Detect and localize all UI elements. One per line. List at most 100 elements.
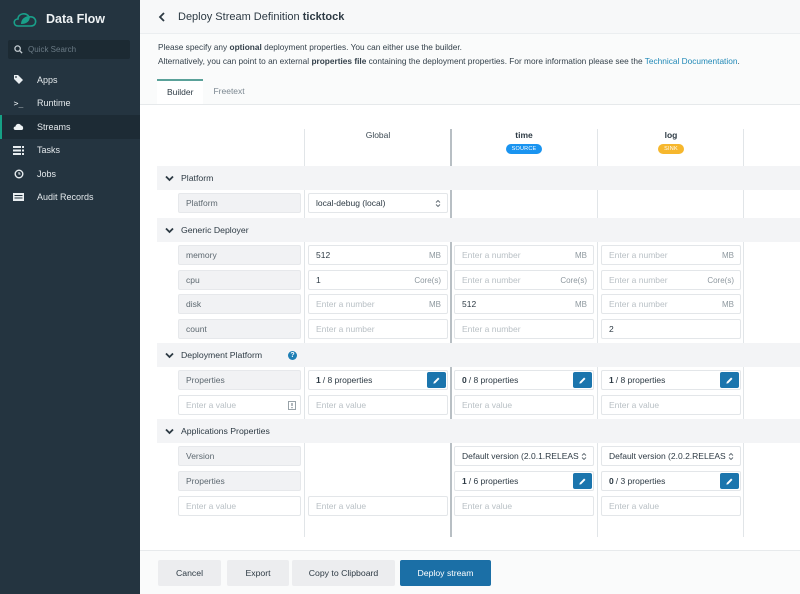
- placeholder: Enter a number: [609, 250, 668, 260]
- placeholder: Enter a value: [462, 400, 513, 410]
- platform-select[interactable]: local-debug (local): [308, 193, 448, 213]
- quick-search[interactable]: [8, 40, 130, 59]
- key-memory: memory: [178, 245, 301, 265]
- builder-panel: Global time SOURCE log SINK Platform Pla…: [140, 105, 800, 550]
- time-cpu-input[interactable]: Enter a number Core(s): [454, 270, 594, 290]
- log-app-properties: 0 / 3 properties: [601, 471, 741, 491]
- sidebar-item-jobs[interactable]: Jobs: [0, 162, 140, 186]
- intro-line-2: Alternatively, you can point to an exter…: [158, 55, 800, 69]
- intro-text-segment: deployment properties. You can either us…: [264, 42, 462, 52]
- section-title: Platform: [181, 173, 214, 183]
- section-applications-properties: Applications Properties: [157, 419, 800, 443]
- edit-properties-button[interactable]: [573, 372, 592, 388]
- spring-cloud-logo-icon: [13, 13, 37, 27]
- properties-total: / 8 properties: [615, 375, 666, 385]
- properties-count: 1: [316, 375, 321, 385]
- sidebar-item-tasks[interactable]: Tasks: [0, 139, 140, 163]
- log-app-value-input[interactable]: Enter a value: [601, 496, 741, 516]
- pencil-icon: [726, 478, 733, 485]
- export-button[interactable]: Export: [227, 560, 289, 586]
- global-app-value-input[interactable]: Enter a value: [308, 496, 448, 516]
- chevron-down-icon[interactable]: [165, 175, 174, 182]
- pencil-icon: [726, 377, 733, 384]
- brand[interactable]: Data Flow: [12, 8, 105, 30]
- unit-label: MB: [429, 299, 441, 309]
- time-app-properties: 1 / 6 properties: [454, 471, 594, 491]
- time-disk-input[interactable]: 512 MB: [454, 294, 594, 314]
- edit-properties-button[interactable]: [720, 372, 739, 388]
- time-app-value-input[interactable]: Enter a value: [454, 496, 594, 516]
- unit-label: MB: [575, 250, 587, 260]
- intro-text-segment: .: [737, 55, 740, 66]
- source-badge: SOURCE: [505, 144, 543, 154]
- unit-label: MB: [722, 299, 734, 309]
- log-deployment-value-input[interactable]: Enter a value: [601, 395, 741, 415]
- back-chevron-icon[interactable]: [158, 11, 166, 22]
- placeholder: Enter a number: [609, 299, 668, 309]
- global-count-input[interactable]: Enter a number: [308, 319, 448, 339]
- help-icon[interactable]: ?: [288, 351, 297, 360]
- global-memory-input[interactable]: 512 MB: [308, 245, 448, 265]
- sidebar-item-label: Runtime: [37, 98, 71, 109]
- time-deployment-value-input[interactable]: Enter a value: [454, 395, 594, 415]
- global-disk-input[interactable]: Enter a number MB: [308, 294, 448, 314]
- intro-bold-optional: optional: [229, 42, 262, 52]
- key-count: count: [178, 319, 301, 339]
- sidebar-item-runtime[interactable]: >_ Runtime: [0, 92, 140, 116]
- edit-app-properties-button[interactable]: [720, 473, 739, 489]
- quick-search-input[interactable]: [28, 45, 128, 54]
- global-deployment-value-input[interactable]: Enter a value: [308, 395, 448, 415]
- page-header: Deploy Stream Definition ticktock: [140, 0, 800, 34]
- pencil-icon: [579, 478, 586, 485]
- properties-count: 1: [609, 375, 614, 385]
- sidebar-item-label: Jobs: [37, 168, 57, 179]
- time-version-select[interactable]: Default version (2.0.1.RELEAS: [454, 446, 594, 466]
- main-content: Deploy Stream Definition ticktock Please…: [140, 0, 800, 594]
- properties-count: 1: [462, 476, 467, 486]
- chevron-down-icon[interactable]: [165, 227, 174, 234]
- section-platform: Platform: [157, 166, 800, 190]
- sidebar-item-apps[interactable]: Apps: [0, 68, 140, 92]
- app-key-input[interactable]: Enter a value: [178, 496, 301, 516]
- time-count-input[interactable]: Enter a number: [454, 319, 594, 339]
- version-select-value: Default version (2.0.1.RELEAS: [462, 451, 579, 461]
- sidebar-item-label: Tasks: [37, 145, 61, 156]
- column-divider: [304, 129, 305, 537]
- cancel-button[interactable]: Cancel: [158, 560, 221, 586]
- technical-documentation-link[interactable]: Technical Documentation: [645, 56, 738, 66]
- unit-label: Core(s): [560, 275, 587, 285]
- chevron-down-icon[interactable]: [165, 352, 174, 359]
- field-value: 512: [316, 250, 331, 260]
- deploy-stream-button[interactable]: Deploy stream: [400, 560, 491, 586]
- select-arrows-icon: [581, 452, 587, 460]
- edit-app-properties-button[interactable]: [573, 473, 592, 489]
- global-cpu-input[interactable]: 1 Core(s): [308, 270, 448, 290]
- sink-badge: SINK: [658, 144, 684, 154]
- log-disk-input[interactable]: Enter a number MB: [601, 294, 741, 314]
- copy-to-clipboard-button[interactable]: Copy to Clipboard: [292, 560, 395, 586]
- log-version-select[interactable]: Default version (2.0.2.RELEAS: [601, 446, 741, 466]
- time-memory-input[interactable]: Enter a number MB: [454, 245, 594, 265]
- tab-freetext[interactable]: Freetext: [203, 79, 254, 104]
- stream-name: ticktock: [302, 10, 345, 23]
- tab-builder[interactable]: Builder: [157, 79, 204, 104]
- sidebar-item-streams[interactable]: Streams: [0, 115, 140, 139]
- intro-bold-properties-file: properties file: [311, 55, 367, 66]
- column-header-time: time SOURCE: [451, 130, 597, 154]
- time-deployment-properties: 0 / 8 properties: [454, 370, 594, 390]
- properties-count: 0: [609, 476, 614, 486]
- column-header-log: log SINK: [598, 130, 744, 154]
- unit-label: Core(s): [707, 275, 734, 285]
- log-cpu-input[interactable]: Enter a number Core(s): [601, 270, 741, 290]
- log-count-input[interactable]: 2: [601, 319, 741, 339]
- log-memory-input[interactable]: Enter a number MB: [601, 245, 741, 265]
- deployment-key-input[interactable]: Enter a value: [178, 395, 301, 415]
- sidebar-item-audit-records[interactable]: Audit Records: [0, 186, 140, 210]
- key-disk: disk: [178, 294, 301, 314]
- column-name: time: [515, 130, 533, 140]
- chevron-down-icon[interactable]: [165, 428, 174, 435]
- pencil-icon: [579, 377, 586, 384]
- edit-properties-button[interactable]: [427, 372, 446, 388]
- footer-actions: Cancel Export Copy to Clipboard Deploy s…: [140, 550, 800, 594]
- properties-total: / 8 properties: [322, 375, 373, 385]
